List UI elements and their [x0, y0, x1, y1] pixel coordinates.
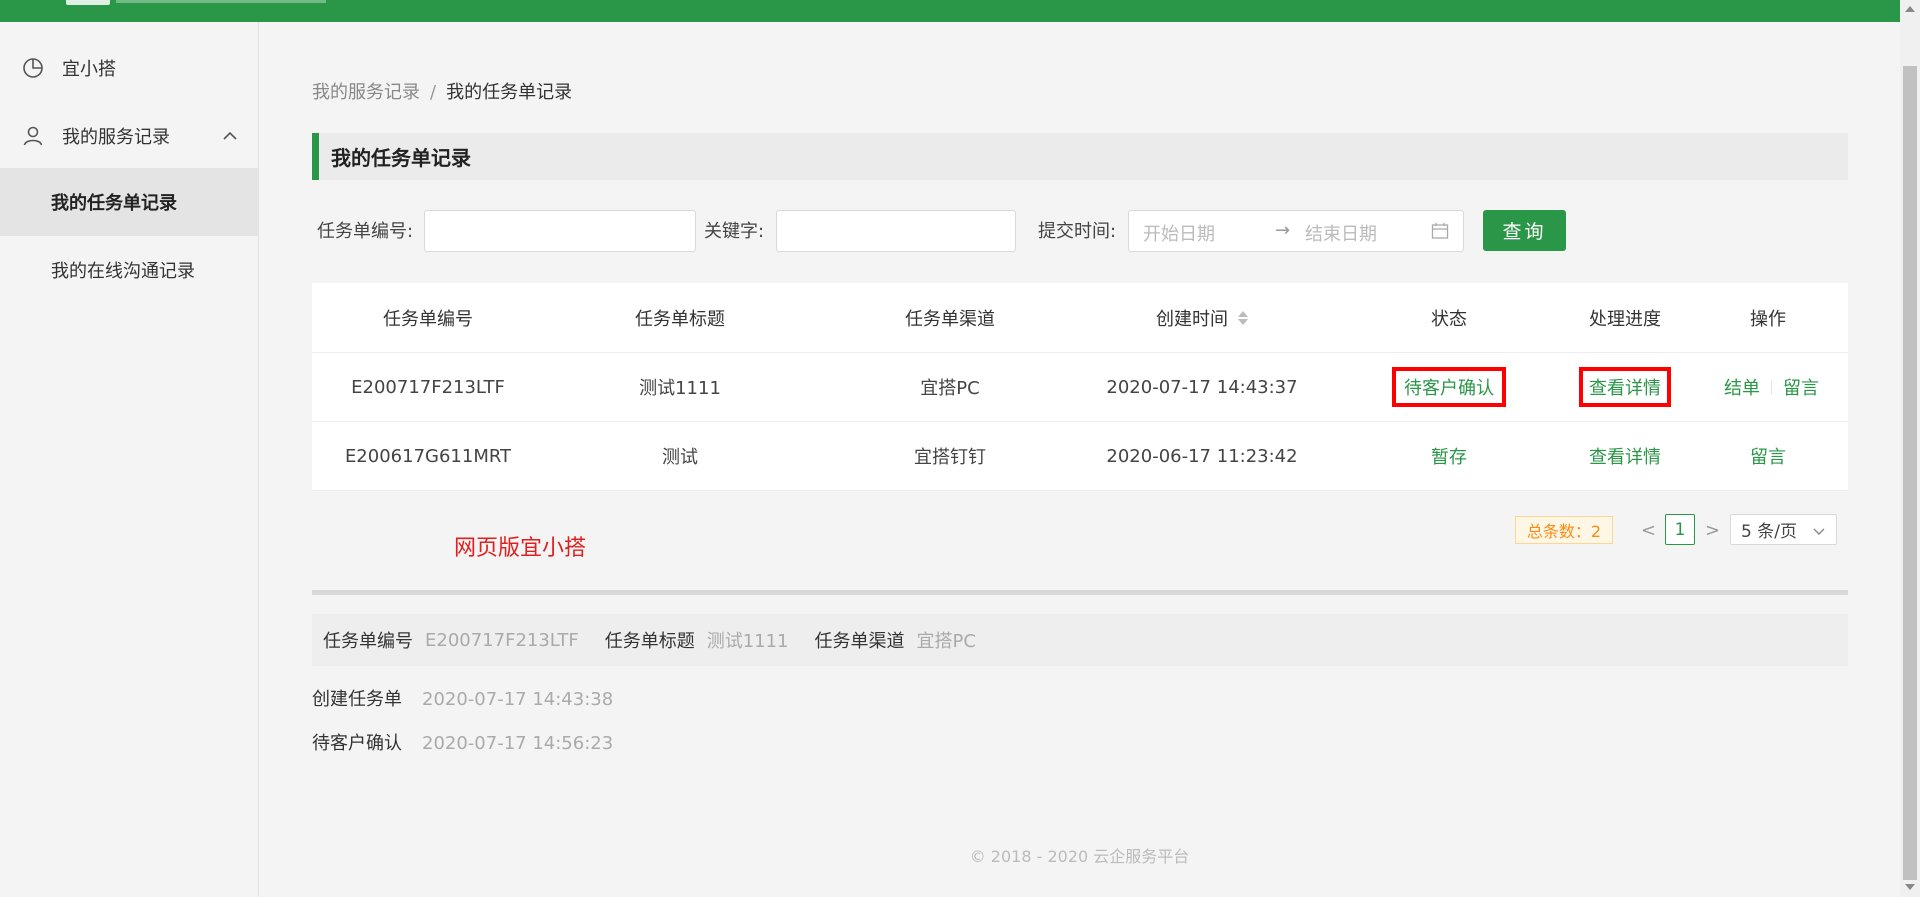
table-row: E200717F213LTF 测试1111 宜搭PC 2020-07-17 14…	[312, 353, 1848, 422]
sidebar: 宜小搭 我的服务记录 我的任务单记录 我的在线沟通记录	[0, 22, 259, 897]
cell-actions: 留言	[1718, 422, 1818, 490]
range-arrow-icon: →	[1275, 220, 1291, 241]
detail-value-task-no: E200717F213LTF	[425, 629, 579, 651]
task-detail-bar: 任务单编号 E200717F213LTF 任务单标题 测试1111 任务单渠道 …	[312, 614, 1848, 666]
view-details-link[interactable]: 查看详情	[1579, 367, 1671, 407]
detail-label-task-channel: 任务单渠道	[814, 631, 905, 652]
current-page-button[interactable]: 1	[1665, 514, 1695, 545]
scroll-up-arrow-icon[interactable]	[1905, 6, 1915, 12]
header-status: 状态	[1431, 308, 1467, 330]
sidebar-item-label: 宜小搭	[62, 59, 116, 80]
sidebar-item-task-records[interactable]: 我的任务单记录	[0, 168, 259, 236]
breadcrumb-current: 我的任务单记录	[446, 82, 573, 103]
cell-progress: 查看详情	[1544, 353, 1706, 421]
cell-task-title: 测试1111	[639, 378, 721, 399]
section-divider	[312, 590, 1848, 595]
top-bar	[0, 0, 1900, 22]
cell-task-no: E200617G611MRT	[344, 445, 512, 467]
sort-icon[interactable]	[1238, 309, 1248, 327]
log-label: 待客户确认	[312, 733, 402, 754]
log-entry: 待客户确认 2020-07-17 14:56:23	[312, 729, 639, 755]
leave-message-link[interactable]: 留言	[1750, 443, 1786, 469]
annotation-text: 网页版宜小搭	[454, 536, 587, 561]
scroll-down-arrow-icon[interactable]	[1905, 884, 1915, 890]
breadcrumb: 我的服务记录 / 我的任务单记录	[312, 78, 572, 104]
chevron-up-icon	[222, 128, 238, 144]
close-ticket-link[interactable]: 结单	[1724, 374, 1760, 400]
date-range-picker[interactable]: 开始日期 → 结束日期	[1128, 210, 1464, 252]
breadcrumb-parent[interactable]: 我的服务记录	[312, 82, 420, 103]
calendar-icon	[1431, 222, 1449, 245]
cell-task-channel: 宜搭钉钉	[914, 447, 986, 468]
cell-progress: 查看详情	[1562, 422, 1688, 490]
task-table: 任务单编号 任务单标题 任务单渠道 创建时间 状态 处理进度 操作 E20071…	[312, 283, 1848, 491]
header-task-no: 任务单编号	[383, 308, 473, 330]
table-header: 任务单编号 任务单标题 任务单渠道 创建时间 状态 处理进度 操作	[312, 283, 1848, 353]
logo[interactable]	[66, 0, 110, 5]
scrollbar[interactable]	[1900, 0, 1920, 897]
total-count-badge: 总条数：2	[1515, 516, 1613, 544]
header-task-channel: 任务单渠道	[905, 308, 995, 330]
sidebar-subitem-label: 我的在线沟通记录	[51, 261, 195, 282]
log-time: 2020-07-17 14:56:23	[422, 733, 614, 754]
breadcrumb-separator: /	[430, 82, 437, 103]
keyword-input[interactable]	[776, 210, 1016, 252]
detail-label-task-title: 任务单标题	[604, 631, 695, 652]
cell-created-time: 2020-07-17 14:43:37	[1106, 376, 1298, 398]
detail-value-task-title: 测试1111	[706, 631, 789, 652]
detail-value-task-channel: 宜搭PC	[916, 631, 976, 652]
sidebar-item-service-records[interactable]: 我的服务记录	[0, 104, 259, 168]
task-no-input[interactable]	[424, 210, 696, 252]
sidebar-item-label: 我的服务记录	[62, 127, 170, 148]
chevron-down-icon	[1812, 523, 1826, 543]
section-title: 我的任务单记录	[312, 133, 1848, 180]
detail-label-task-no: 任务单编号	[323, 631, 413, 652]
task-no-label: 任务单编号:	[317, 221, 414, 242]
scrollbar-thumb[interactable]	[1903, 66, 1917, 880]
status-badge: 待客户确认	[1392, 367, 1506, 407]
leave-message-link[interactable]: 留言	[1783, 374, 1819, 400]
end-date-placeholder[interactable]: 结束日期	[1305, 220, 1377, 246]
page-size-value: 5 条/页	[1741, 522, 1797, 542]
status-badge: 暂存	[1431, 447, 1467, 468]
cell-task-title: 测试	[662, 447, 698, 468]
header-progress: 处理进度	[1589, 308, 1661, 330]
sidebar-subitem-label: 我的任务单记录	[51, 193, 177, 214]
log-label: 创建任务单	[312, 689, 402, 710]
page-size-select[interactable]: 5 条/页	[1730, 514, 1837, 545]
cell-actions: 结单 留言	[1712, 353, 1848, 421]
cell-task-no: E200717F213LTF	[351, 376, 505, 398]
header-actions: 操作	[1750, 308, 1786, 330]
cell-created-time: 2020-06-17 11:23:42	[1106, 445, 1298, 467]
query-button[interactable]: 查询	[1483, 210, 1566, 251]
cell-task-channel: 宜搭PC	[920, 378, 980, 399]
footer-copyright: © 2018 - 2020 云企服务平台	[969, 847, 1190, 866]
table-row: E200617G611MRT 测试 宜搭钉钉 2020-06-17 11:23:…	[312, 422, 1848, 491]
header-task-title: 任务单标题	[635, 308, 725, 330]
view-details-link[interactable]: 查看详情	[1589, 443, 1661, 469]
pie-chart-icon	[22, 57, 44, 79]
prev-page-icon[interactable]: <	[1641, 520, 1656, 541]
cell-status: 待客户确认	[1368, 353, 1530, 421]
log-entry: 创建任务单 2020-07-17 14:43:38	[312, 685, 639, 711]
start-date-placeholder[interactable]: 开始日期	[1143, 220, 1215, 246]
header-created-time-label: 创建时间	[1156, 308, 1228, 330]
sidebar-item-chat-records[interactable]: 我的在线沟通记录	[0, 236, 259, 304]
keyword-label: 关键字:	[704, 221, 765, 242]
next-page-icon[interactable]: >	[1705, 520, 1720, 541]
header-created-time[interactable]: 创建时间	[1102, 283, 1302, 352]
action-divider	[1771, 380, 1772, 394]
log-time: 2020-07-17 14:43:38	[422, 689, 614, 710]
submit-time-label: 提交时间:	[1038, 221, 1117, 242]
sidebar-item-yixiaoda[interactable]: 宜小搭	[0, 36, 259, 100]
user-icon	[22, 125, 44, 147]
site-title	[116, 0, 326, 3]
